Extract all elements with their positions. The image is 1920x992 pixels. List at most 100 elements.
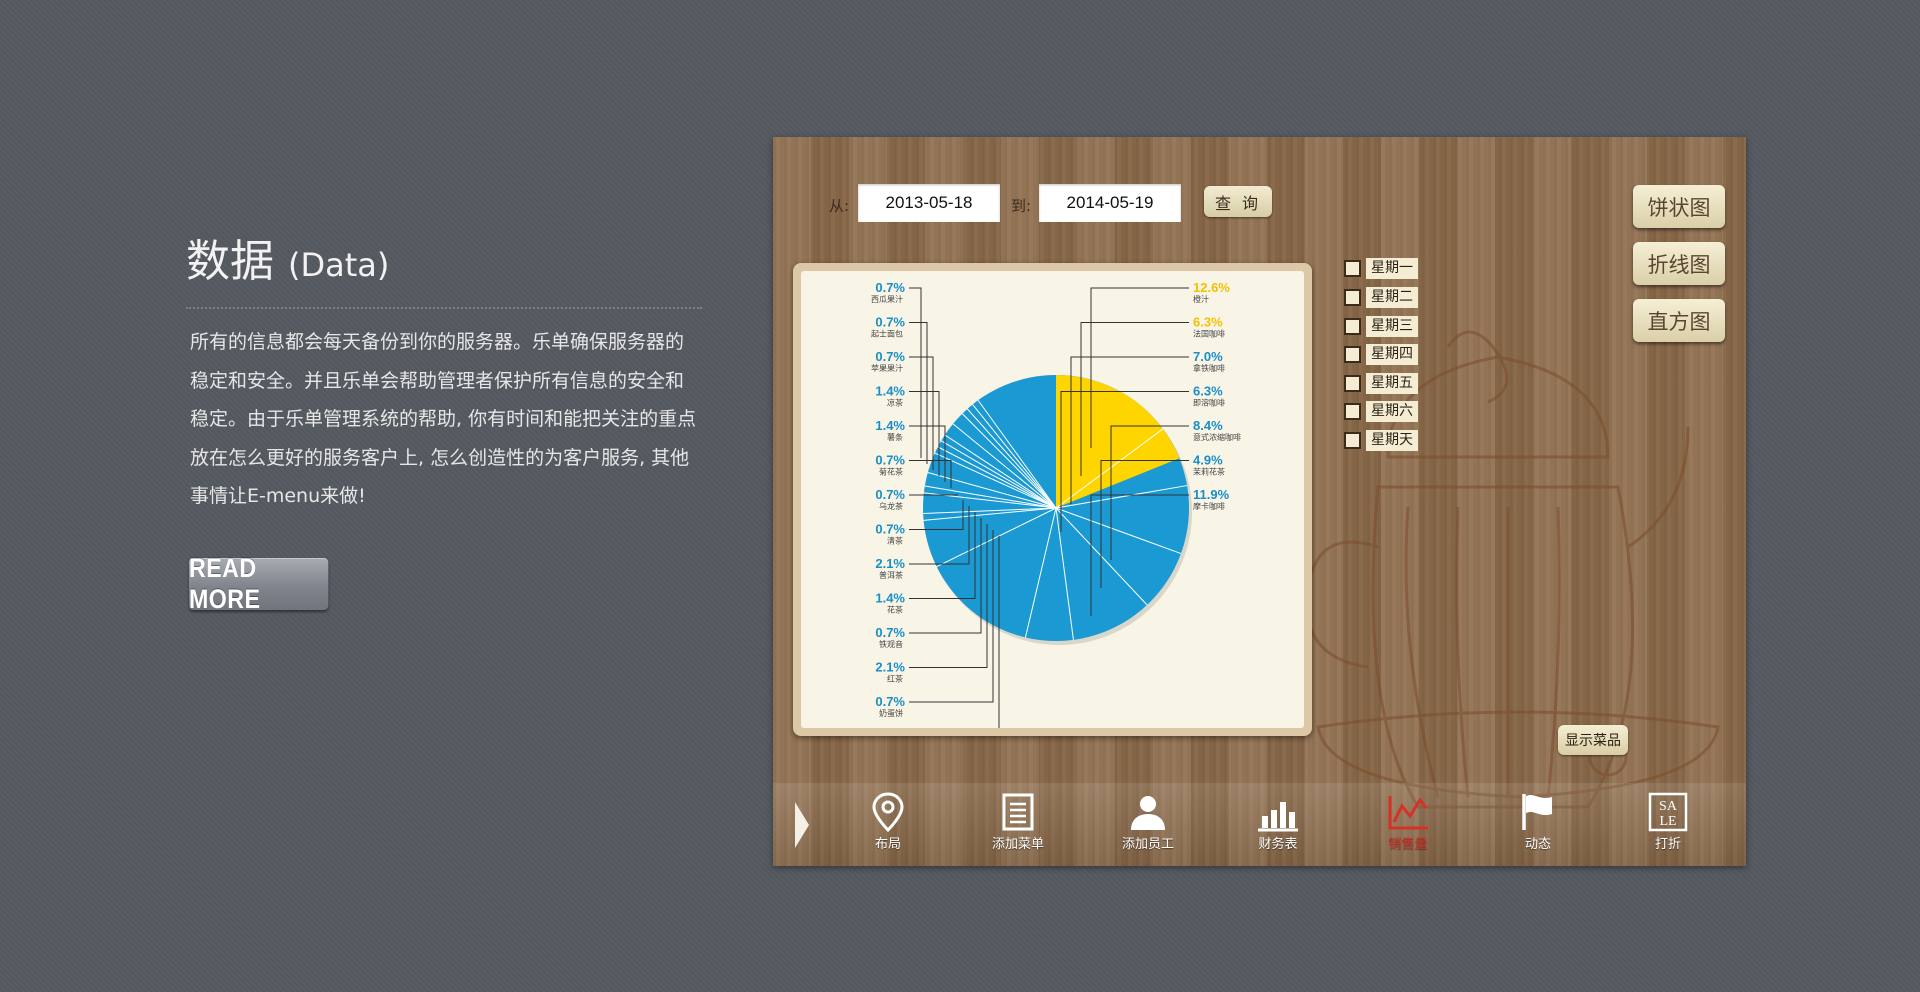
left-pct-label: 0.7% <box>875 487 905 502</box>
pie-chart-button[interactable]: 饼状图 <box>1633 185 1725 228</box>
show-dishes-button[interactable]: 显示菜品 <box>1558 725 1628 755</box>
left-name-label: 菊花茶 <box>879 467 903 477</box>
checkbox-icon[interactable] <box>1344 431 1361 449</box>
section-title: 数据 (Data) <box>186 232 702 295</box>
date-to-label: 到: <box>1011 197 1032 215</box>
expand-arrow-icon[interactable] <box>793 800 811 850</box>
query-button[interactable]: 查 询 <box>1204 186 1272 217</box>
weekday-saturday[interactable]: 星期六 <box>1344 400 1418 422</box>
date-from-input[interactable] <box>858 184 1000 222</box>
weekday-wednesday[interactable]: 星期三 <box>1344 315 1418 337</box>
weekday-label: 星期天 <box>1366 429 1418 451</box>
section-title-text: 数据 <box>186 236 274 287</box>
chart-panel: 0.7% 西瓜果汁 0.7% 起士面包 0.7% 苹果果汁 1.4% 凉茶 1.4% 薯条 0.7%… <box>793 263 1312 736</box>
weekday-label: 星期一 <box>1366 257 1418 279</box>
checkbox-icon[interactable] <box>1344 402 1361 420</box>
leader-line <box>909 322 928 464</box>
right-pct-label: 6.3% <box>1193 384 1223 399</box>
bar-chart-icon <box>1258 802 1298 832</box>
toolbar-label: 布局 <box>874 837 901 852</box>
teapot-illustration-icon <box>1308 330 1720 809</box>
toolbar-add-menu[interactable]: 添加菜单 <box>978 792 1058 852</box>
right-pct-label: 12.6% <box>1193 280 1230 295</box>
intro-section: 数据 (Data) 所有的信息都会每天备份到你的服务器。乐单确保服务器的稳定和安… <box>186 232 702 516</box>
left-pct-label: 1.4% <box>875 384 905 399</box>
toolbar-finance[interactable]: 财务表 <box>1238 792 1318 852</box>
toolbar-label: 财务表 <box>1258 837 1298 852</box>
checkbox-icon[interactable] <box>1344 345 1361 363</box>
right-pct-label: 11.9% <box>1193 487 1230 502</box>
left-name-label: 清茶 <box>887 536 903 546</box>
read-more-button[interactable]: READ MORE <box>189 553 329 614</box>
weekday-monday[interactable]: 星期一 <box>1344 257 1418 279</box>
right-name-label: 即溶咖啡 <box>1193 398 1225 408</box>
sales-chart-icon <box>1388 796 1428 830</box>
toolbar-add-staff[interactable]: 添加员工 <box>1108 792 1188 852</box>
left-pct-label: 2.1% <box>875 660 905 675</box>
left-name-label: 铁观音 <box>879 639 903 649</box>
weekday-label: 星期二 <box>1366 286 1418 308</box>
left-pct-label: 1.4% <box>875 418 905 433</box>
sale-tag-icon: SALE <box>1648 792 1688 832</box>
toolbar-label: 添加菜单 <box>991 837 1044 852</box>
right-name-label: 摩卡咖啡 <box>1193 501 1225 511</box>
weekday-friday[interactable]: 星期五 <box>1344 372 1418 394</box>
left-name-label: 普洱茶 <box>879 570 903 580</box>
line-chart-button[interactable]: 折线图 <box>1633 242 1725 285</box>
toolbar-layout[interactable]: 布局 <box>848 792 928 852</box>
left-pct-label: 0.7% <box>875 694 905 709</box>
left-name-label: 薯条 <box>887 432 903 442</box>
right-name-label: 意式浓缩咖啡 <box>1193 432 1241 442</box>
toolbar-sales[interactable]: 销售量 <box>1368 792 1448 852</box>
weekday-tuesday[interactable]: 星期二 <box>1344 286 1418 308</box>
toolbar-label: 销售量 <box>1388 837 1428 852</box>
left-name-label: 红茶 <box>887 674 903 684</box>
left-pct-label: 1.4% <box>875 591 905 606</box>
pie-chart: 0.7%西瓜果汁0.7%起士面包0.7%苹果果汁1.4%凉茶1.4%薯条0.7%… <box>871 280 1241 728</box>
flag-icon <box>1522 794 1552 830</box>
checkbox-icon[interactable] <box>1344 317 1361 335</box>
right-name-label: 拿铁咖啡 <box>1193 363 1225 373</box>
checkbox-icon[interactable] <box>1344 374 1361 392</box>
location-pin-icon <box>872 792 904 832</box>
section-title-latin: (Data) <box>288 246 390 284</box>
leader-line <box>909 287 922 458</box>
right-pct-label: 4.9% <box>1193 453 1223 468</box>
toolbar-discount[interactable]: SA LE 打折 <box>1628 792 1708 852</box>
date-to-input[interactable] <box>1039 184 1181 222</box>
left-name-label: 西瓜果汁 <box>871 294 903 304</box>
left-name-label: 奶蛋饼 <box>879 708 903 718</box>
right-name-label: 茉莉花茶 <box>1193 467 1225 477</box>
menu-document-icon <box>1002 793 1034 831</box>
left-name-label: 苹果果汁 <box>871 363 903 373</box>
section-description: 所有的信息都会每天备份到你的服务器。乐单确保服务器的稳定和安全。并且乐单会帮助管… <box>190 331 697 507</box>
left-name-label: 乌龙茶 <box>879 501 903 511</box>
left-pct-label: 2.1% <box>875 556 905 571</box>
weekday-sunday[interactable]: 星期天 <box>1344 429 1418 451</box>
toolbar-news[interactable]: 动态 <box>1498 792 1578 852</box>
bottom-toolbar: 布局 添加菜单 添加员工 财务表 销售量 动态 SA LE 打折 <box>773 783 1746 866</box>
weekday-label: 星期四 <box>1366 343 1418 365</box>
weekday-thursday[interactable]: 星期四 <box>1344 343 1418 365</box>
right-pct-label: 6.3% <box>1193 315 1223 330</box>
right-pct-label: 7.0% <box>1193 349 1223 364</box>
user-icon <box>1131 796 1165 830</box>
date-from-label: 从: <box>829 197 850 215</box>
toolbar-label: 打折 <box>1654 837 1681 852</box>
histogram-button[interactable]: 直方图 <box>1633 299 1725 342</box>
left-pct-label: 0.7% <box>875 522 905 537</box>
toolbar-label: 添加员工 <box>1121 837 1174 852</box>
left-name-label: 凉茶 <box>887 398 903 408</box>
left-pct-label: 0.7% <box>875 453 905 468</box>
svg-text:LE: LE <box>1659 814 1676 829</box>
right-pct-label: 8.4% <box>1193 418 1223 433</box>
checkbox-icon[interactable] <box>1344 259 1361 277</box>
app-screen: 从: 到: 查 询 饼状图 折线图 直方图 0.7%西瓜果汁0.7%起士面包0.… <box>773 137 1746 866</box>
chart-area: 0.7% 西瓜果汁 0.7% 起士面包 0.7% 苹果果汁 1.4% 凉茶 1.4% 薯条 0.7%… <box>801 271 1304 728</box>
checkbox-icon[interactable] <box>1344 288 1361 306</box>
left-pct-label: 0.7% <box>875 280 905 295</box>
title-divider <box>186 307 702 309</box>
right-name-label: 橙汁 <box>1193 294 1209 304</box>
weekday-label: 星期六 <box>1366 400 1418 422</box>
left-pct-label: 0.7% <box>875 349 905 364</box>
